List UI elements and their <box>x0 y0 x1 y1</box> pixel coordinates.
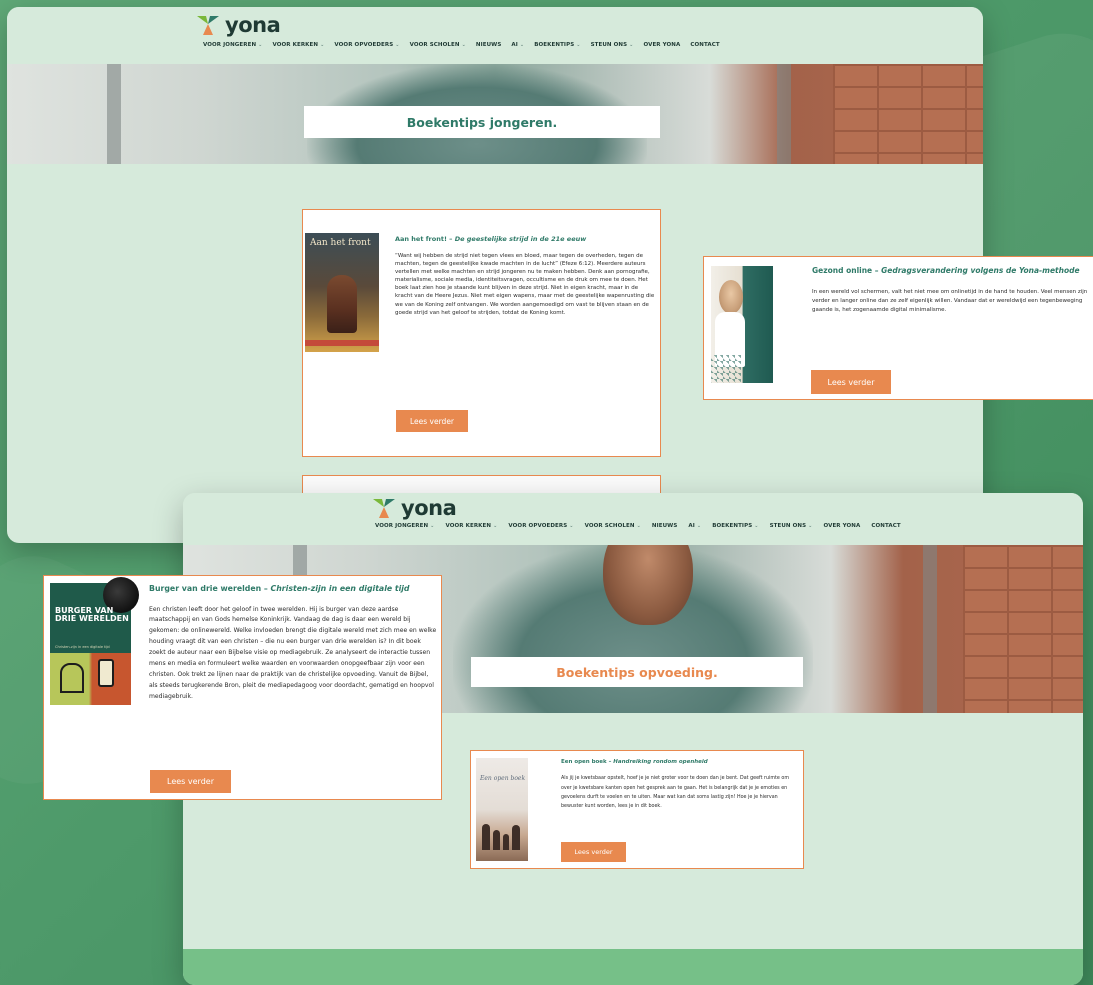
nav-contact[interactable]: CONTACT <box>690 42 719 48</box>
book-description: “Want wij hebben de strijd niet tegen vl… <box>395 252 655 316</box>
phone-icon <box>98 659 114 687</box>
yona-logo[interactable]: yona <box>371 496 457 520</box>
yona-logo-icon <box>197 16 219 35</box>
cover-subtitle: Christen-zijn in een digitale tijd <box>55 645 110 649</box>
cover-title: Aan het front <box>310 238 371 248</box>
nav-steun-ons[interactable]: STEUN ONS ⌄ <box>591 42 634 48</box>
chevron-down-icon: ⌄ <box>395 42 400 48</box>
nav-voor-opvoeders[interactable]: VOOR OPVOEDERS ⌄ <box>334 42 399 48</box>
book-title[interactable]: Een open boek – Handreiking rondom openh… <box>561 759 801 766</box>
brick-wall <box>963 545 1083 713</box>
church-icon <box>60 663 84 693</box>
book-cover: Aan het front <box>305 233 379 352</box>
card-body: Gezond online – Gedragsverandering volge… <box>812 266 1092 315</box>
book-cover: BURGER VAN DRIE WERELDEN Christen-zijn i… <box>50 577 139 705</box>
cover-band <box>305 340 379 346</box>
nav-nieuws[interactable]: NIEUWS <box>476 42 502 48</box>
nav-ai[interactable]: AI ⌄ <box>511 42 524 48</box>
chevron-down-icon: ⌄ <box>519 42 525 48</box>
nav-boekentips[interactable]: BOEKENTIPS ⌄ <box>712 523 758 529</box>
book-cover: Een open boek <box>476 758 528 861</box>
window-frame <box>777 64 791 164</box>
card-body: Aan het front! – De geestelijke strijd i… <box>395 235 657 317</box>
read-more-button[interactable]: Lees verder <box>561 842 626 862</box>
cover-title: BURGER VAN DRIE WERELDEN <box>55 606 129 624</box>
nav-contact[interactable]: CONTACT <box>871 523 900 529</box>
book-card-burger-van-drie-werelden: BURGER VAN DRIE WERELDEN Christen-zijn i… <box>43 575 442 800</box>
read-more-button[interactable]: Lees verder <box>396 410 468 432</box>
main-nav: VOOR JONGEREN ⌄ VOOR KERKEN ⌄ VOOR OPVOEDE… <box>203 42 720 48</box>
chevron-down-icon: ⌄ <box>629 42 634 48</box>
book-title[interactable]: Burger van drie werelden – Christen-zijn… <box>149 584 438 595</box>
yona-logo-text: yona <box>401 496 457 520</box>
card-body: Burger van drie werelden – Christen-zijn… <box>149 584 438 703</box>
nav-voor-jongeren[interactable]: VOOR JONGEREN ⌄ <box>375 523 434 529</box>
read-more-button[interactable]: Lees verder <box>150 770 231 793</box>
cover-pattern <box>711 355 741 383</box>
window-frame <box>107 64 121 164</box>
window-frame <box>923 545 937 713</box>
nav-voor-kerken[interactable]: VOOR KERKEN ⌄ <box>272 42 324 48</box>
page-title: Boekentips opvoeding. <box>556 664 718 680</box>
book-description: Als jij je kwetsbaar opstelt, hoef je je… <box>561 776 790 809</box>
nav-over-yona[interactable]: OVER YONA <box>643 42 680 48</box>
chevron-down-icon: ⌄ <box>461 42 466 48</box>
book-title[interactable]: Aan het front! – De geestelijke strijd i… <box>395 235 657 244</box>
book-card-aan-het-front: Aan het front Aan het front! – De geeste… <box>302 209 661 457</box>
cover-figure <box>719 280 743 314</box>
hero-title-box: Boekentips opvoeding. <box>471 657 803 687</box>
nav-steun-ons[interactable]: STEUN ONS ⌄ <box>770 523 813 529</box>
chevron-down-icon: ⌄ <box>754 523 759 529</box>
nav-voor-scholen[interactable]: VOOR SCHOLEN ⌄ <box>410 42 466 48</box>
card-body: Een open boek – Handreiking rondom openh… <box>561 759 801 811</box>
chevron-down-icon: ⌄ <box>493 523 498 529</box>
cover-figure <box>327 275 357 333</box>
chevron-down-icon: ⌄ <box>576 42 581 48</box>
nav-voor-opvoeders[interactable]: VOOR OPVOEDERS ⌄ <box>508 523 573 529</box>
chevron-down-icon: ⌄ <box>808 523 813 529</box>
cover-illustration <box>50 653 131 705</box>
site-header: yona VOOR JONGEREN ⌄ VOOR KERKEN ⌄ VOOR OP… <box>183 493 1083 545</box>
footer-band <box>183 949 1083 985</box>
nav-voor-scholen[interactable]: VOOR SCHOLEN ⌄ <box>585 523 641 529</box>
cover-title: Een open boek <box>480 775 526 782</box>
nav-voor-kerken[interactable]: VOOR KERKEN ⌄ <box>445 523 497 529</box>
site-header: yona VOOR JONGEREN ⌄ VOOR KERKEN ⌄ VOOR OP… <box>7 7 983 64</box>
main-nav: VOOR JONGEREN ⌄ VOOR KERKEN ⌄ VOOR OPVOEDE… <box>375 523 901 529</box>
nav-nieuws[interactable]: NIEUWS <box>652 523 678 529</box>
book-cover <box>711 266 773 383</box>
brick-wall <box>833 64 983 164</box>
chevron-down-icon: ⌄ <box>636 523 641 529</box>
hero-title-box: Boekentips jongeren. <box>304 106 660 138</box>
chevron-down-icon: ⌄ <box>569 523 574 529</box>
cover-figures <box>482 820 522 850</box>
yona-logo-icon <box>373 499 395 518</box>
book-description: In een wereld vol schermen, valt het nie… <box>812 289 1088 314</box>
book-description: Een christen leeft door het geloof in tw… <box>149 605 437 701</box>
book-card-een-open-boek: Een open boek Een open boek – Handreikin… <box>470 750 804 869</box>
nav-voor-jongeren[interactable]: VOOR JONGEREN ⌄ <box>203 42 262 48</box>
read-more-button[interactable]: Lees verder <box>811 370 891 394</box>
yona-logo[interactable]: yona <box>195 13 281 37</box>
hero-banner: Boekentips jongeren. <box>7 64 983 164</box>
chevron-down-icon: ⌄ <box>320 42 325 48</box>
book-card-gezond-online: Gezond online – Gedragsverandering volge… <box>703 256 1093 400</box>
nav-boekentips[interactable]: BOEKENTIPS ⌄ <box>534 42 580 48</box>
nav-ai[interactable]: AI ⌄ <box>688 523 701 529</box>
nav-over-yona[interactable]: OVER YONA <box>823 523 860 529</box>
chevron-down-icon: ⌄ <box>696 523 702 529</box>
yona-logo-text: yona <box>225 13 281 37</box>
chevron-down-icon: ⌄ <box>258 42 263 48</box>
book-title[interactable]: Gezond online – Gedragsverandering volge… <box>812 266 1092 276</box>
page-title: Boekentips jongeren. <box>406 114 558 130</box>
chevron-down-icon: ⌄ <box>430 523 435 529</box>
